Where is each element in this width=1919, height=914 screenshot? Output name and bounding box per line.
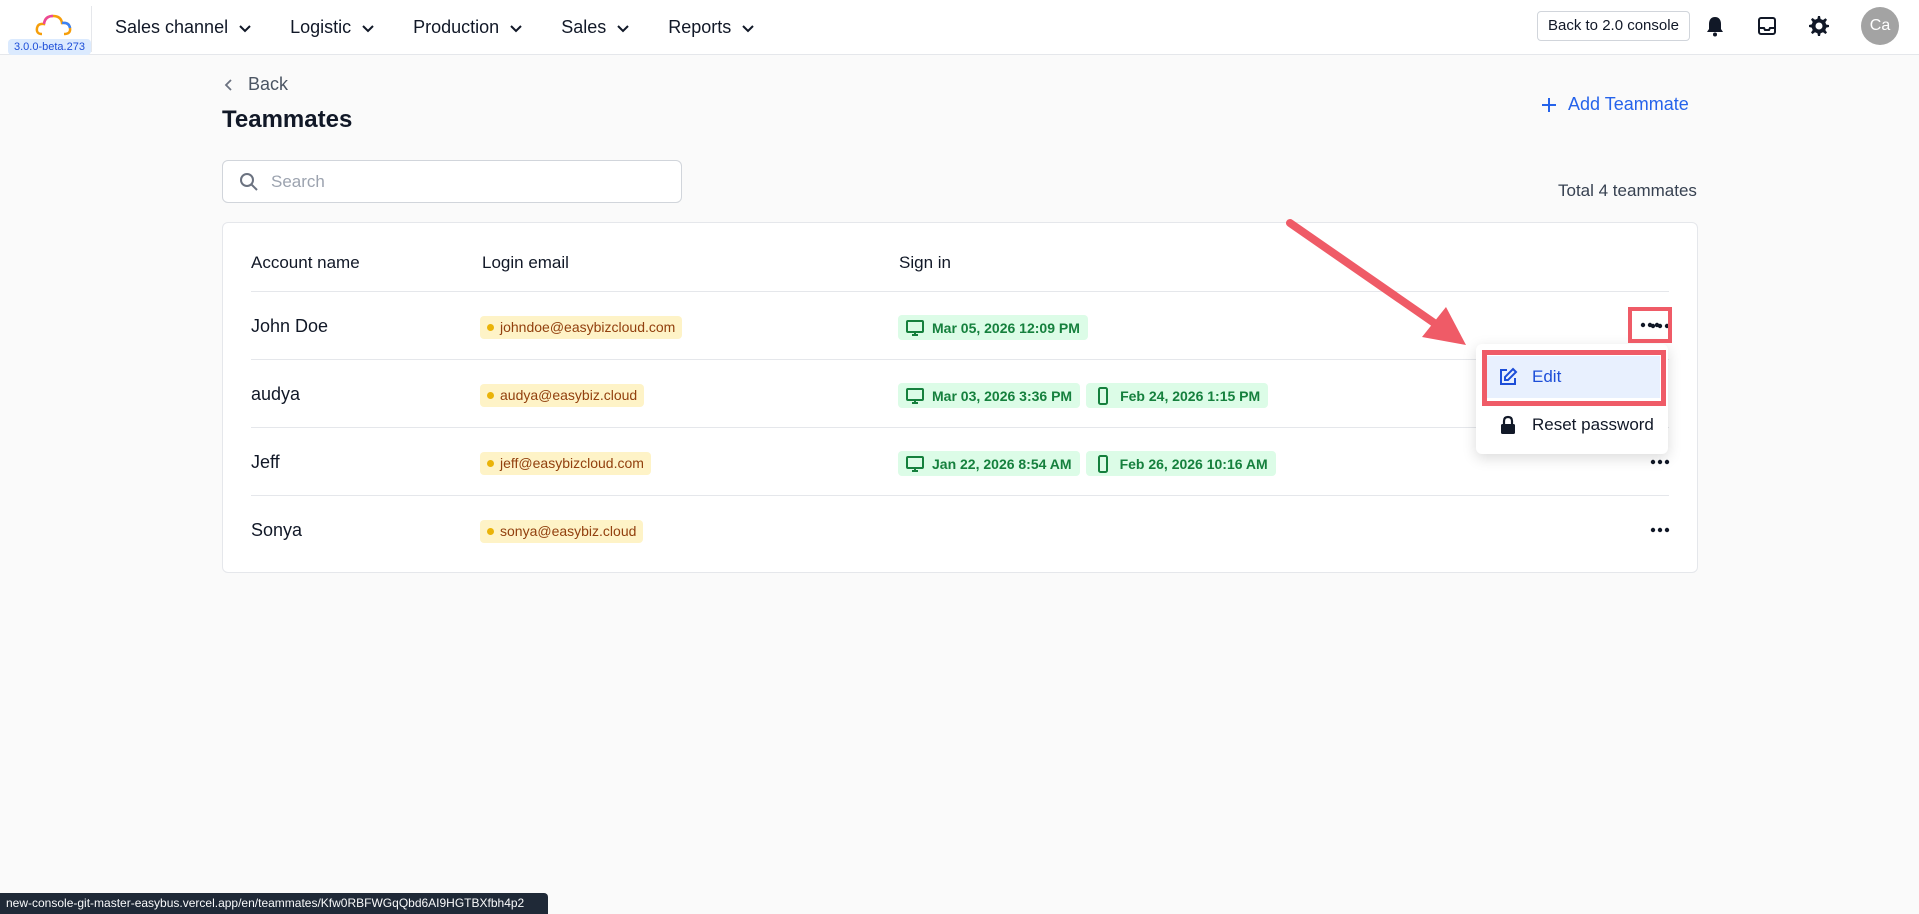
back-link[interactable]: Back — [222, 74, 288, 95]
nav-item-label: Reports — [668, 17, 732, 37]
nav-item-production[interactable]: Production — [413, 17, 523, 38]
table-row[interactable]: Jeff jeff@easybizcloud.com Jan 22, 2026 … — [251, 427, 1670, 495]
signin-tag: Mar 05, 2026 12:09 PM — [898, 315, 1088, 340]
more-actions-button[interactable] — [1645, 516, 1675, 544]
logo[interactable]: 3.0.0-beta.273 — [4, 6, 92, 55]
table-row[interactable]: audya audya@easybiz.cloud Mar 03, 2026 3… — [251, 359, 1669, 427]
signin-list: Mar 03, 2026 3:36 PM Feb 24, 2026 1:15 P… — [898, 383, 1274, 408]
email-tag: jeff@easybizcloud.com — [480, 452, 651, 475]
search-field[interactable] — [222, 160, 682, 203]
nav-item-logistic[interactable]: Logistic — [290, 17, 375, 38]
bell-icon[interactable] — [1703, 14, 1727, 38]
account-name: audya — [251, 384, 301, 404]
column-header-sign-in[interactable]: Sign in — [899, 253, 951, 273]
signin-tag: Feb 26, 2026 10:16 AM — [1085, 451, 1276, 476]
signin-time: Jan 22, 2026 8:54 AM — [932, 455, 1072, 472]
signin-list: Mar 05, 2026 12:09 PM — [898, 315, 1094, 340]
table-row[interactable]: Sonya sonya@easybiz.cloud — [251, 495, 1670, 563]
nav-item-sales-channel[interactable]: Sales channel — [115, 17, 252, 38]
back-to-console-button[interactable]: Back to 2.0 console — [1537, 11, 1690, 41]
column-header-login-email[interactable]: Login email — [482, 253, 569, 273]
annotation-highlight-edit — [1482, 350, 1666, 406]
avatar[interactable]: Ca — [1861, 7, 1899, 45]
signin-time: Mar 03, 2026 3:36 PM — [932, 387, 1073, 404]
version-badge: 3.0.0-beta.273 — [8, 39, 91, 55]
chevron-down-icon — [510, 24, 522, 32]
browser-status-url: new-console-git-master-easybus.vercel.ap… — [0, 893, 549, 914]
gear-icon[interactable] — [1807, 14, 1831, 38]
nav-item-label: Sales — [561, 17, 607, 37]
chevron-down-icon — [742, 24, 754, 32]
chevron-down-icon — [239, 24, 251, 32]
annotation-arrow — [1286, 219, 1466, 345]
nav-item-reports[interactable]: Reports — [668, 17, 755, 38]
total-count: Total 4 teammates — [1558, 181, 1697, 200]
search-icon — [240, 172, 258, 191]
back-label: Back — [248, 74, 289, 94]
signin-list: Jan 22, 2026 8:54 AM Feb 26, 2026 10:16 … — [898, 451, 1282, 476]
annotation-highlight-more-button — [1628, 307, 1672, 343]
nav-item-label: Production — [413, 17, 500, 37]
nav-item-label: Logistic — [290, 17, 352, 37]
plus-icon — [1542, 97, 1556, 112]
add-teammate-button[interactable]: Add Teammate — [1540, 94, 1689, 115]
main-menu: Sales channel Logistic Production Sales … — [115, 0, 793, 55]
email-tag: johndoe@easybizcloud.com — [480, 316, 683, 339]
menu-item-reset-password[interactable]: Reset password — [1484, 404, 1660, 446]
lock-icon — [1501, 415, 1515, 434]
desktop-icon — [906, 387, 924, 404]
chevron-left-icon — [224, 78, 232, 91]
chevron-down-icon — [617, 24, 629, 32]
account-name: John Doe — [251, 316, 329, 336]
desktop-icon — [906, 455, 924, 472]
signin-tag: Mar 03, 2026 3:36 PM — [898, 383, 1081, 408]
mobile-icon — [1098, 386, 1109, 405]
more-horizontal-icon — [1650, 459, 1670, 465]
desktop-icon — [906, 319, 924, 336]
signin-tag: Feb 24, 2026 1:15 PM — [1086, 383, 1269, 408]
search-input[interactable] — [271, 171, 651, 192]
add-teammate-label: Add Teammate — [1568, 94, 1689, 114]
menu-item-label: Reset password — [1532, 415, 1654, 434]
signin-tag: Jan 22, 2026 8:54 AM — [898, 451, 1080, 476]
signin-time: Feb 26, 2026 10:16 AM — [1119, 455, 1268, 472]
signin-time: Mar 05, 2026 12:09 PM — [932, 319, 1080, 336]
chevron-down-icon — [362, 24, 374, 32]
page-title: Teammates — [222, 106, 353, 133]
email-tag: audya@easybiz.cloud — [480, 384, 645, 407]
more-horizontal-icon[interactable] — [1640, 322, 1660, 328]
inbox-icon[interactable] — [1755, 14, 1779, 38]
column-header-account-name[interactable]: Account name — [251, 253, 360, 273]
account-name: Jeff — [251, 452, 280, 472]
nav-item-label: Sales channel — [115, 17, 229, 37]
more-horizontal-icon — [1650, 527, 1670, 533]
nav-item-sales[interactable]: Sales — [561, 17, 630, 38]
account-name: Sonya — [251, 520, 303, 540]
signin-time: Feb 24, 2026 1:15 PM — [1120, 387, 1261, 404]
top-navbar: 3.0.0-beta.273 Sales channel Logistic Pr… — [0, 0, 1919, 55]
mobile-icon — [1097, 454, 1108, 473]
email-tag: sonya@easybiz.cloud — [480, 520, 644, 543]
cloud-logo-icon — [35, 14, 72, 36]
